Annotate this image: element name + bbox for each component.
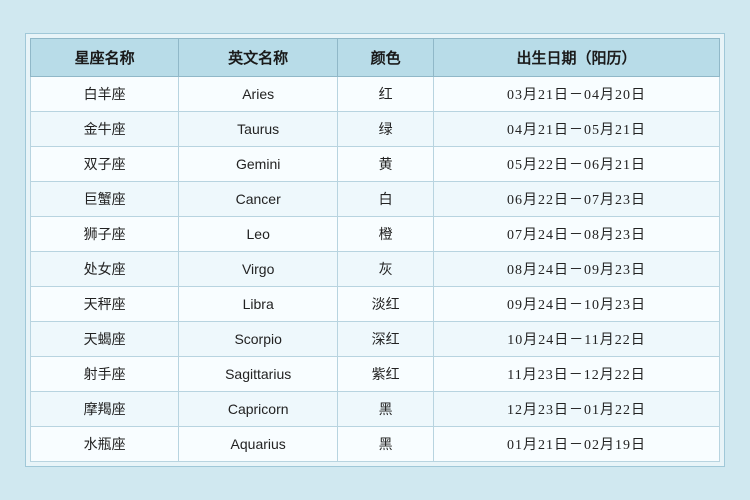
cell-dates: 08月24日－09月23日	[434, 252, 720, 287]
cell-english-name: Aquarius	[179, 427, 338, 462]
cell-color: 绿	[338, 112, 434, 147]
table-header-row: 星座名称 英文名称 颜色 出生日期（阳历）	[31, 39, 720, 77]
table-row: 双子座Gemini黄05月22日－06月21日	[31, 147, 720, 182]
cell-color: 紫红	[338, 357, 434, 392]
cell-chinese-name: 双子座	[31, 147, 179, 182]
cell-english-name: Libra	[179, 287, 338, 322]
cell-color: 红	[338, 77, 434, 112]
cell-color: 深红	[338, 322, 434, 357]
cell-dates: 09月24日－10月23日	[434, 287, 720, 322]
cell-english-name: Gemini	[179, 147, 338, 182]
cell-chinese-name: 处女座	[31, 252, 179, 287]
cell-dates: 10月24日－11月22日	[434, 322, 720, 357]
cell-english-name: Cancer	[179, 182, 338, 217]
zodiac-table: 星座名称 英文名称 颜色 出生日期（阳历） 白羊座Aries红03月21日－04…	[30, 38, 720, 462]
table-row: 巨蟹座Cancer白06月22日－07月23日	[31, 182, 720, 217]
header-english-name: 英文名称	[179, 39, 338, 77]
header-dates: 出生日期（阳历）	[434, 39, 720, 77]
cell-chinese-name: 水瓶座	[31, 427, 179, 462]
cell-english-name: Taurus	[179, 112, 338, 147]
cell-english-name: Sagittarius	[179, 357, 338, 392]
cell-dates: 06月22日－07月23日	[434, 182, 720, 217]
table-row: 摩羯座Capricorn黑12月23日－01月22日	[31, 392, 720, 427]
table-row: 金牛座Taurus绿04月21日－05月21日	[31, 112, 720, 147]
table-row: 天秤座Libra淡红09月24日－10月23日	[31, 287, 720, 322]
cell-dates: 03月21日－04月20日	[434, 77, 720, 112]
cell-english-name: Capricorn	[179, 392, 338, 427]
table-row: 水瓶座Aquarius黑01月21日－02月19日	[31, 427, 720, 462]
cell-english-name: Leo	[179, 217, 338, 252]
cell-color: 黑	[338, 427, 434, 462]
cell-chinese-name: 白羊座	[31, 77, 179, 112]
table-row: 狮子座Leo橙07月24日－08月23日	[31, 217, 720, 252]
cell-color: 白	[338, 182, 434, 217]
cell-dates: 12月23日－01月22日	[434, 392, 720, 427]
cell-chinese-name: 巨蟹座	[31, 182, 179, 217]
cell-chinese-name: 天秤座	[31, 287, 179, 322]
cell-english-name: Scorpio	[179, 322, 338, 357]
table-body: 白羊座Aries红03月21日－04月20日金牛座Taurus绿04月21日－0…	[31, 77, 720, 462]
cell-english-name: Aries	[179, 77, 338, 112]
cell-dates: 07月24日－08月23日	[434, 217, 720, 252]
cell-chinese-name: 狮子座	[31, 217, 179, 252]
table-row: 天蝎座Scorpio深红10月24日－11月22日	[31, 322, 720, 357]
table-row: 白羊座Aries红03月21日－04月20日	[31, 77, 720, 112]
cell-color: 灰	[338, 252, 434, 287]
cell-color: 黑	[338, 392, 434, 427]
cell-chinese-name: 摩羯座	[31, 392, 179, 427]
cell-chinese-name: 射手座	[31, 357, 179, 392]
cell-dates: 05月22日－06月21日	[434, 147, 720, 182]
cell-chinese-name: 金牛座	[31, 112, 179, 147]
cell-chinese-name: 天蝎座	[31, 322, 179, 357]
cell-color: 黄	[338, 147, 434, 182]
zodiac-table-container: 星座名称 英文名称 颜色 出生日期（阳历） 白羊座Aries红03月21日－04…	[25, 33, 725, 467]
cell-color: 淡红	[338, 287, 434, 322]
table-row: 处女座Virgo灰08月24日－09月23日	[31, 252, 720, 287]
cell-dates: 11月23日－12月22日	[434, 357, 720, 392]
cell-color: 橙	[338, 217, 434, 252]
header-chinese-name: 星座名称	[31, 39, 179, 77]
cell-dates: 04月21日－05月21日	[434, 112, 720, 147]
table-row: 射手座Sagittarius紫红11月23日－12月22日	[31, 357, 720, 392]
cell-english-name: Virgo	[179, 252, 338, 287]
cell-dates: 01月21日－02月19日	[434, 427, 720, 462]
header-color: 颜色	[338, 39, 434, 77]
